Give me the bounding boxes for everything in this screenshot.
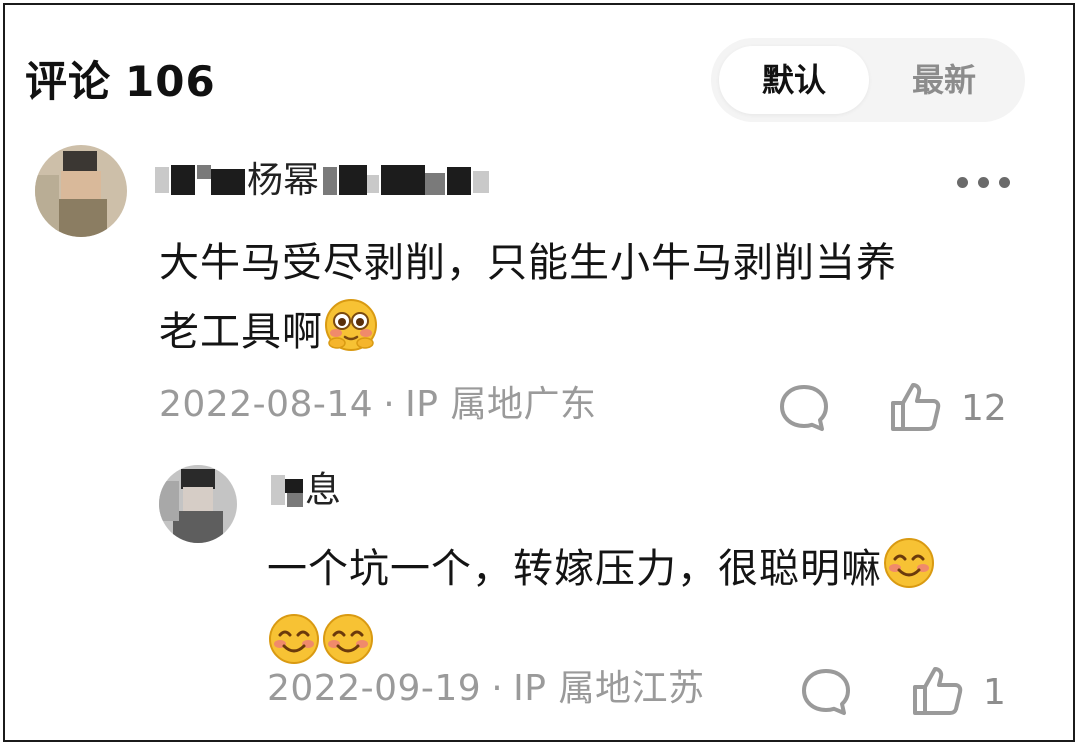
- thumbs-up-icon: [891, 383, 941, 431]
- comment-date: 2022-08-14: [159, 384, 374, 425]
- more-icon: [957, 177, 968, 188]
- reply-meta: 2022-09-19 · IP 属地江苏: [267, 667, 704, 711]
- like-button[interactable]: [909, 663, 965, 719]
- avatar[interactable]: [159, 465, 237, 543]
- author-name-visible: 息: [305, 470, 342, 511]
- comment-text-line-2: 老工具啊: [159, 297, 999, 374]
- comments-header: 评论 106: [25, 57, 216, 107]
- reply-button[interactable]: [777, 381, 831, 435]
- more-icon-dot: [978, 177, 989, 188]
- sort-toggle: 默认 最新: [711, 38, 1025, 122]
- like-button[interactable]: [887, 379, 943, 435]
- comments-count: 106: [125, 57, 216, 106]
- sort-latest-tab[interactable]: 最新: [869, 46, 1019, 114]
- reply-button[interactable]: [799, 665, 853, 719]
- comment-text: 大牛马受尽剥削，只能生小牛马剥削当养 老工具啊: [159, 229, 999, 374]
- comment-bubble-icon: [802, 669, 850, 715]
- thumbs-up-icon: [913, 667, 963, 715]
- comment-ip-location: IP 属地广东: [405, 384, 597, 425]
- meta-separator: ·: [383, 384, 396, 425]
- like-count: 1: [983, 672, 1006, 713]
- comment-meta: 2022-08-14 · IP 属地广东: [159, 383, 596, 427]
- flushed-face-emoji: [323, 297, 379, 374]
- like-count: 12: [961, 388, 1007, 429]
- author-name-visible: 杨幂: [247, 160, 320, 201]
- reply-text: 一个坑一个，转嫁压力，很聪明嘛: [267, 535, 1007, 687]
- smiling-face-emoji: [882, 536, 936, 611]
- sort-default-tab[interactable]: 默认: [719, 46, 869, 114]
- reply-text-content: 一个坑一个，转嫁压力，很聪明嘛: [267, 546, 882, 592]
- comment-text-line: 大牛马受尽剥削，只能生小牛马剥削当养: [159, 240, 897, 286]
- reply-ip-location: IP 属地江苏: [513, 668, 705, 709]
- comment-text-line-content: 老工具啊: [159, 309, 323, 355]
- comment-panel: 评论 106 默认 最新 杨幂 大牛马受尽剥削，只能生小牛马剥削当养 老工具啊: [3, 3, 1075, 742]
- more-icon-dot: [999, 177, 1010, 188]
- more-options-button[interactable]: [953, 167, 1015, 197]
- reply-text-line: 一个坑一个，转嫁压力，很聪明嘛: [267, 535, 1007, 611]
- comment-bubble-icon: [780, 385, 828, 431]
- comments-title: 评论: [25, 57, 112, 106]
- meta-separator: ·: [491, 668, 504, 709]
- reply-date: 2022-09-19: [267, 668, 482, 709]
- avatar[interactable]: [35, 145, 127, 237]
